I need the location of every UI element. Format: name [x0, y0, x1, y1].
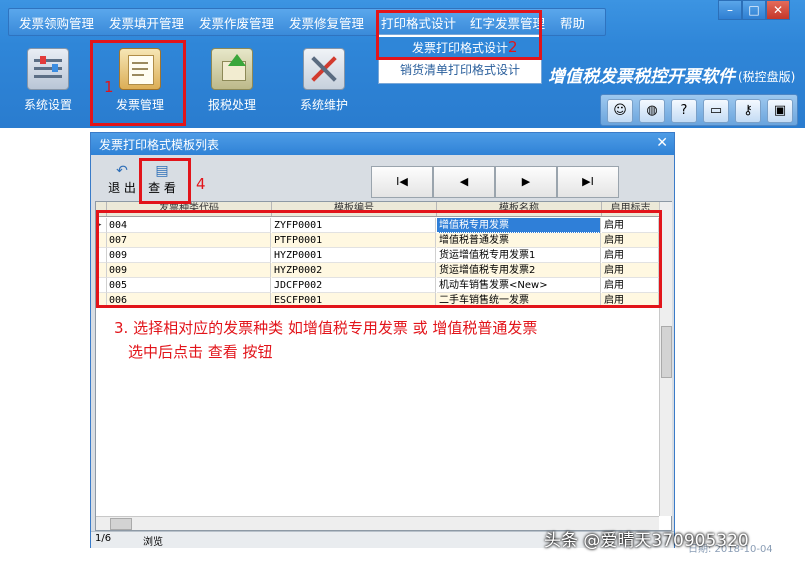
- minimize-button[interactable]: –: [718, 0, 742, 20]
- settings-icon: [27, 48, 69, 90]
- last-record-button[interactable]: ▶I: [557, 166, 619, 198]
- annotation-box-3: [96, 210, 662, 308]
- back-arrow-icon: ↶: [116, 163, 128, 179]
- maximize-button[interactable]: □: [742, 0, 766, 20]
- menu-invoice-void[interactable]: 发票作废管理: [199, 13, 274, 32]
- scroll-thumb[interactable]: [110, 518, 132, 530]
- annotation-number-1: 1: [104, 78, 114, 96]
- toolbar-label: 系统设置: [23, 98, 72, 112]
- menu-help[interactable]: 帮助: [560, 13, 585, 32]
- toolbar-label: 报税处理: [207, 98, 256, 112]
- window-icon[interactable]: ▭: [703, 99, 729, 123]
- toolbar-tax-report[interactable]: 报税处理: [196, 48, 268, 113]
- toolbar-system-settings[interactable]: 系统设置: [12, 48, 84, 113]
- tax-report-icon: [211, 48, 253, 90]
- app-title: 增值税发票税控开票软件: [548, 67, 735, 87]
- scroll-thumb[interactable]: [661, 326, 672, 378]
- help-icon[interactable]: ?: [671, 99, 697, 123]
- menu-invoice-purchase[interactable]: 发票领购管理: [19, 13, 94, 32]
- exit-button[interactable]: ↶ 退 出: [105, 163, 139, 199]
- instruction-line-2: 选中后点击 查看 按钮: [128, 343, 273, 361]
- dialog-titlebar: 发票打印格式模板列表 ✕: [91, 133, 674, 155]
- annotation-number-4: 4: [196, 175, 206, 193]
- key-icon[interactable]: ⚷: [735, 99, 761, 123]
- user-icon[interactable]: ☺: [607, 99, 633, 123]
- app-window: 发票领购管理 发票填开管理 发票作废管理 发票修复管理 打印格式设计 红字发票管…: [0, 0, 805, 561]
- close-button[interactable]: ✕: [766, 0, 790, 20]
- exit-label: 退 出: [108, 181, 136, 195]
- annotation-box-4: [139, 158, 191, 204]
- menu-invoice-issue[interactable]: 发票填开管理: [109, 13, 184, 32]
- dialog-title: 发票打印格式模板列表: [99, 138, 220, 152]
- dialog-close-button[interactable]: ✕: [656, 135, 668, 151]
- mode-label: 浏览: [143, 537, 163, 548]
- right-toolbar: ☺ ◍ ? ▭ ⚷ ▣: [600, 94, 798, 126]
- lock-icon[interactable]: ▣: [767, 99, 793, 123]
- menu-invoice-repair[interactable]: 发票修复管理: [289, 13, 364, 32]
- toolbar-label: 系统维护: [299, 98, 348, 112]
- dropdown-sales-list-print-format[interactable]: 销货清单打印格式设计: [379, 59, 541, 81]
- instruction-line-1: 3. 选择相对应的发票种类 如增值税专用发票 或 增值税普通发票: [114, 319, 538, 337]
- prev-record-button[interactable]: ◀: [433, 166, 495, 198]
- toolbar-system-maintenance[interactable]: 系统维护: [288, 48, 360, 113]
- app-subtitle: (税控盘版): [738, 70, 796, 84]
- maintenance-tools-icon: [303, 48, 345, 90]
- record-position: 1/6: [95, 533, 112, 544]
- watermark-text: 头条 @爱晴天370905320: [544, 531, 749, 551]
- annotation-number-2: 2: [508, 38, 518, 56]
- next-record-button[interactable]: ▶: [495, 166, 557, 198]
- globe-icon[interactable]: ◍: [639, 99, 665, 123]
- first-record-button[interactable]: I◀: [371, 166, 433, 198]
